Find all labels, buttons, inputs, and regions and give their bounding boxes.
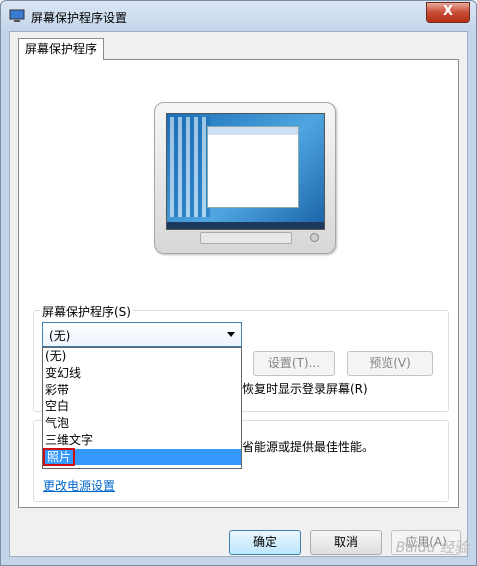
resume-login-text[interactable]: 恢复时显示登录屏幕(R) — [242, 380, 368, 397]
dropdown-option-label: 三维文字 — [45, 432, 94, 447]
screensaver-group-label: 屏幕保护程序(S) — [40, 303, 133, 320]
screensaver-dropdown-list[interactable]: (无) 变幻线彩带空白气泡三维文字 照片 — [42, 347, 242, 469]
dropdown-option-label: 变幻线 — [45, 365, 82, 380]
dropdown-option-label: 彩带 — [45, 382, 70, 397]
screensaver-select[interactable]: (无) — [42, 322, 242, 347]
dropdown-option[interactable]: (无) — [43, 348, 241, 365]
monitor-preview-image — [154, 102, 336, 254]
preview-button[interactable]: 预览(V) — [347, 351, 433, 376]
mini-window-graphic — [207, 126, 299, 208]
screen-preview — [166, 113, 325, 230]
watermark: Baidu 经验 — [395, 540, 468, 556]
taskbar-graphic — [167, 222, 324, 229]
dropdown-option-label: 空白 — [45, 399, 70, 414]
monitor-slot-graphic — [200, 232, 292, 244]
tab-screensaver[interactable]: 屏幕保护程序 — [18, 38, 105, 60]
dropdown-option[interactable]: 空白 — [43, 398, 241, 415]
chevron-down-icon — [227, 332, 235, 341]
close-button[interactable]: X — [426, 2, 470, 23]
monitor-app-icon — [9, 9, 25, 22]
window-title: 屏幕保护程序设置 — [31, 11, 128, 25]
dropdown-option[interactable]: 照片 — [42, 447, 241, 466]
power-led-icon — [310, 233, 319, 242]
dropdown-option[interactable]: 变幻线 — [43, 365, 241, 382]
title-bar[interactable]: 屏幕保护程序设置 X — [1, 1, 476, 31]
dropdown-option[interactable]: 气泡 — [43, 415, 241, 432]
screensaver-settings-window: 屏幕保护程序设置 X 屏幕保护程序 屏幕保护程序(S) 恢复时显示登录屏幕(R) — [0, 0, 477, 566]
ok-button[interactable]: 确定 — [229, 530, 301, 555]
power-description: 省能源或提供最佳性能。 — [242, 440, 375, 454]
dropdown-option-label: (无) — [45, 349, 67, 363]
dropdown-option-label: 照片 — [42, 447, 76, 466]
desktop-icons-graphic — [170, 117, 210, 217]
dialog-client-area: 屏幕保护程序 屏幕保护程序(S) 恢复时显示登录屏幕(R) 省能源或提供最佳性能… — [9, 31, 468, 557]
cancel-button[interactable]: 取消 — [310, 530, 382, 555]
settings-button[interactable]: 设置(T)... — [253, 351, 335, 376]
dropdown-option[interactable]: 彩带 — [43, 382, 241, 399]
dropdown-option[interactable]: 三维文字 — [43, 432, 241, 449]
dropdown-option-label: 气泡 — [45, 416, 70, 430]
screensaver-select-value: (无) — [49, 329, 71, 343]
change-power-settings-link[interactable]: 更改电源设置 — [43, 477, 115, 494]
